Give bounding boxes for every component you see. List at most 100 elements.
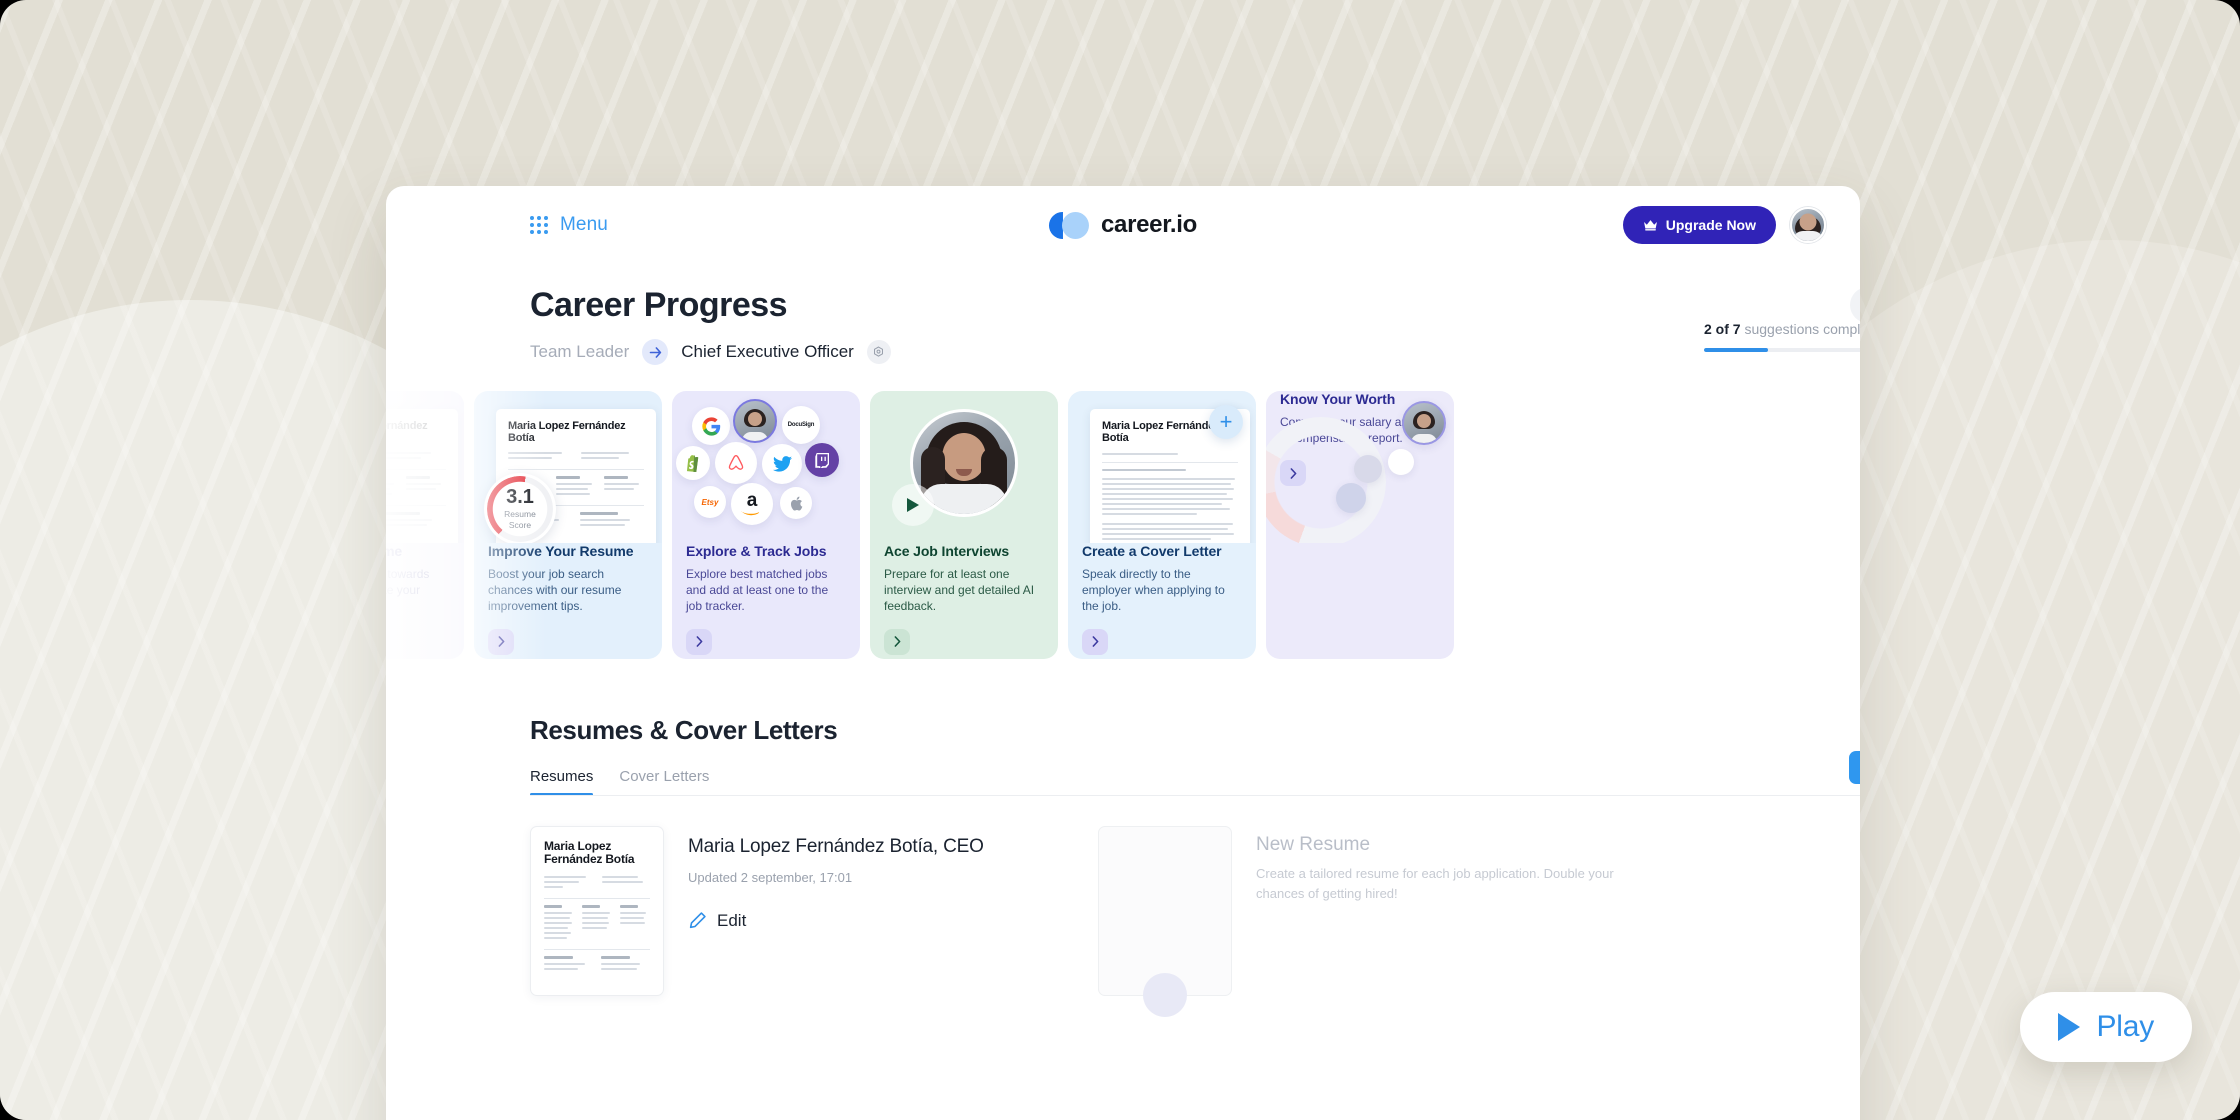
card-artwork [870, 391, 1058, 543]
add-cover-letter-button[interactable]: + [1209, 405, 1243, 439]
carousel-track: Maria Lopez Fernández Botía [386, 391, 1454, 659]
plus-icon [1143, 973, 1187, 1017]
tabs-divider [530, 795, 1860, 796]
document-title: Maria Lopez Fernández Botía, CEO [688, 836, 984, 857]
chevron-right-icon [498, 636, 504, 647]
chevron-right-icon [894, 636, 900, 647]
user-avatar [733, 399, 777, 443]
header-actions: Upgrade Now [1622, 206, 1826, 244]
suggestion-card[interactable]: Maria Lopez Fernández Botía [386, 391, 464, 659]
documents-tabs: Resumes Cover Letters [530, 768, 709, 796]
suggestion-card[interactable]: Maria Lopez Fernández Botía [474, 391, 662, 659]
resume-score-value: 3.1 [506, 486, 534, 509]
play-icon [2058, 1013, 2081, 1041]
suggestions-progress: 2 of 7 suggestions completed [1704, 287, 1860, 352]
chevron-right-icon [696, 636, 702, 647]
role-to: Chief Executive Officer [681, 342, 854, 361]
list-item[interactable]: Maria Lopez Fernández Botía Maria Lopez … [530, 826, 1070, 996]
card-go-button[interactable] [1082, 628, 1108, 655]
carousel-prev-button[interactable] [1850, 287, 1860, 323]
menu-button[interactable]: Menu [530, 214, 608, 236]
suggestions-count: 2 of 7 [1704, 321, 1741, 337]
card-artwork: DocuSign Etsy a [672, 391, 860, 543]
new-resume-meta: New Resume Create a tailored resume for … [1256, 826, 1638, 996]
main-content: Career Progress Team Leader Chief Execut… [386, 264, 1860, 1017]
play-label: Play [2096, 1010, 2154, 1043]
twitch-icon [805, 443, 839, 477]
apps-grid-icon [530, 216, 548, 234]
role-from: Team Leader [530, 342, 630, 361]
resume-thumbnail-name: Maria Lopez Fernández Botía [508, 420, 626, 445]
etsy-icon: Etsy [694, 486, 726, 518]
card-go-button[interactable] [686, 628, 712, 655]
suggestions-progress-text: 2 of 7 suggestions completed [1704, 321, 1860, 337]
create-new-button[interactable]: Create New [1849, 751, 1860, 784]
career-path-row: Team Leader Chief Executive Officer 2 of… [530, 287, 1860, 365]
resume-thumbnail[interactable]: Maria Lopez Fernández Botía [530, 826, 664, 996]
new-resume-placeholder[interactable] [1098, 826, 1232, 1017]
play-button[interactable]: Play [2020, 992, 2192, 1062]
list-item-new[interactable]: New Resume Create a tailored resume for … [1098, 826, 1638, 1017]
documents-list: Maria Lopez Fernández Botía Maria Lopez … [530, 826, 1826, 1017]
suggestion-card[interactable]: DocuSign Etsy a Explore & Track Jobs Exp… [672, 391, 860, 659]
card-artwork: Maria Lopez Fernández Botía [386, 391, 464, 543]
card-title: Ace Job Interviews [884, 543, 1010, 559]
avatar[interactable] [1790, 207, 1826, 243]
arrow-right-icon [642, 339, 669, 365]
card-body: Improve Your Resume Boost your job searc… [474, 543, 662, 655]
card-title: Create a Resume [386, 543, 403, 559]
upgrade-now-button[interactable]: Upgrade Now [1622, 206, 1776, 244]
new-resume-title: New Resume [1256, 834, 1371, 855]
apple-icon [780, 487, 812, 519]
card-description: Take the first step towards success and … [386, 567, 430, 598]
play-video-button[interactable] [892, 484, 934, 526]
edit-document-button[interactable]: Edit [688, 911, 984, 931]
target-gear-icon[interactable] [866, 340, 891, 364]
resume-thumbnail: Maria Lopez Fernández Botía [386, 409, 458, 543]
suggestion-card[interactable]: Maria Lopez Fernández Botía [1068, 391, 1256, 659]
card-body: Create a Cover Letter Speak directly to … [1068, 543, 1256, 655]
card-go-button[interactable] [488, 628, 514, 655]
twitter-icon [762, 444, 802, 484]
new-resume-description: Create a tailored resume for each job ap… [1256, 866, 1614, 902]
avatar-bubble [1354, 455, 1382, 483]
card-description: Prepare for at least one interview and g… [884, 567, 1035, 614]
tab-cover-letters[interactable]: Cover Letters [619, 768, 709, 796]
pencil-icon [689, 912, 706, 929]
tab-resumes[interactable]: Resumes [530, 768, 594, 796]
edit-label: Edit [717, 910, 747, 930]
card-body: Explore & Track Jobs Explore best matche… [672, 543, 860, 655]
document-meta: Maria Lopez Fernández Botía, CEO Updated… [688, 826, 984, 996]
card-title: Improve Your Resume [488, 543, 634, 559]
carousel-nav [1850, 287, 1860, 323]
crown-icon [1643, 220, 1657, 231]
document-updated: Updated 2 september, 17:01 [688, 869, 853, 885]
card-artwork: Maria Lopez Fernández Botía [1068, 391, 1256, 543]
card-description: Speak directly to the employer when appl… [1082, 567, 1225, 614]
airbnb-icon [715, 442, 757, 484]
card-title: Create a Cover Letter [1082, 543, 1222, 559]
resume-score-gauge: 3.1 Resume Score [484, 473, 556, 543]
suggestions-label: suggestions completed [1744, 321, 1860, 337]
progress-bar-fill [1704, 348, 1768, 352]
carousel-fade-right [1630, 391, 1860, 661]
avatar-bubble [1336, 483, 1366, 513]
avatar-bubble [1388, 449, 1414, 475]
brand-name: career.io [1100, 211, 1198, 238]
user-avatar [1402, 401, 1446, 445]
card-body: Ace Job Interviews Prepare for at least … [870, 543, 1058, 655]
app-header: Menu career.io Upgrade Now [386, 186, 1860, 264]
resume-score-label: Resume Score [504, 509, 536, 530]
suggestion-card[interactable]: Ace Job Interviews Prepare for at least … [870, 391, 1058, 659]
documents-section: Resumes & Cover Letters Resumes Cover Le… [530, 715, 1860, 1017]
shopify-icon [676, 446, 710, 480]
brand-logo[interactable]: career.io [1048, 211, 1198, 239]
resume-thumbnail-name: Maria Lopez Fernández Botía [386, 420, 428, 432]
chevron-right-icon [1092, 636, 1098, 647]
upgrade-now-label: Upgrade Now [1665, 217, 1756, 233]
card-go-button[interactable] [884, 628, 910, 655]
screenshot-root: Menu career.io Upgrade Now Career Progre… [0, 0, 2240, 1120]
suggestion-cards-carousel[interactable]: Maria Lopez Fernández Botía [386, 391, 1860, 661]
suggestion-card[interactable]: Know Your Worth Compare your salary and … [1266, 391, 1454, 659]
card-title: Explore & Track Jobs [686, 543, 827, 559]
